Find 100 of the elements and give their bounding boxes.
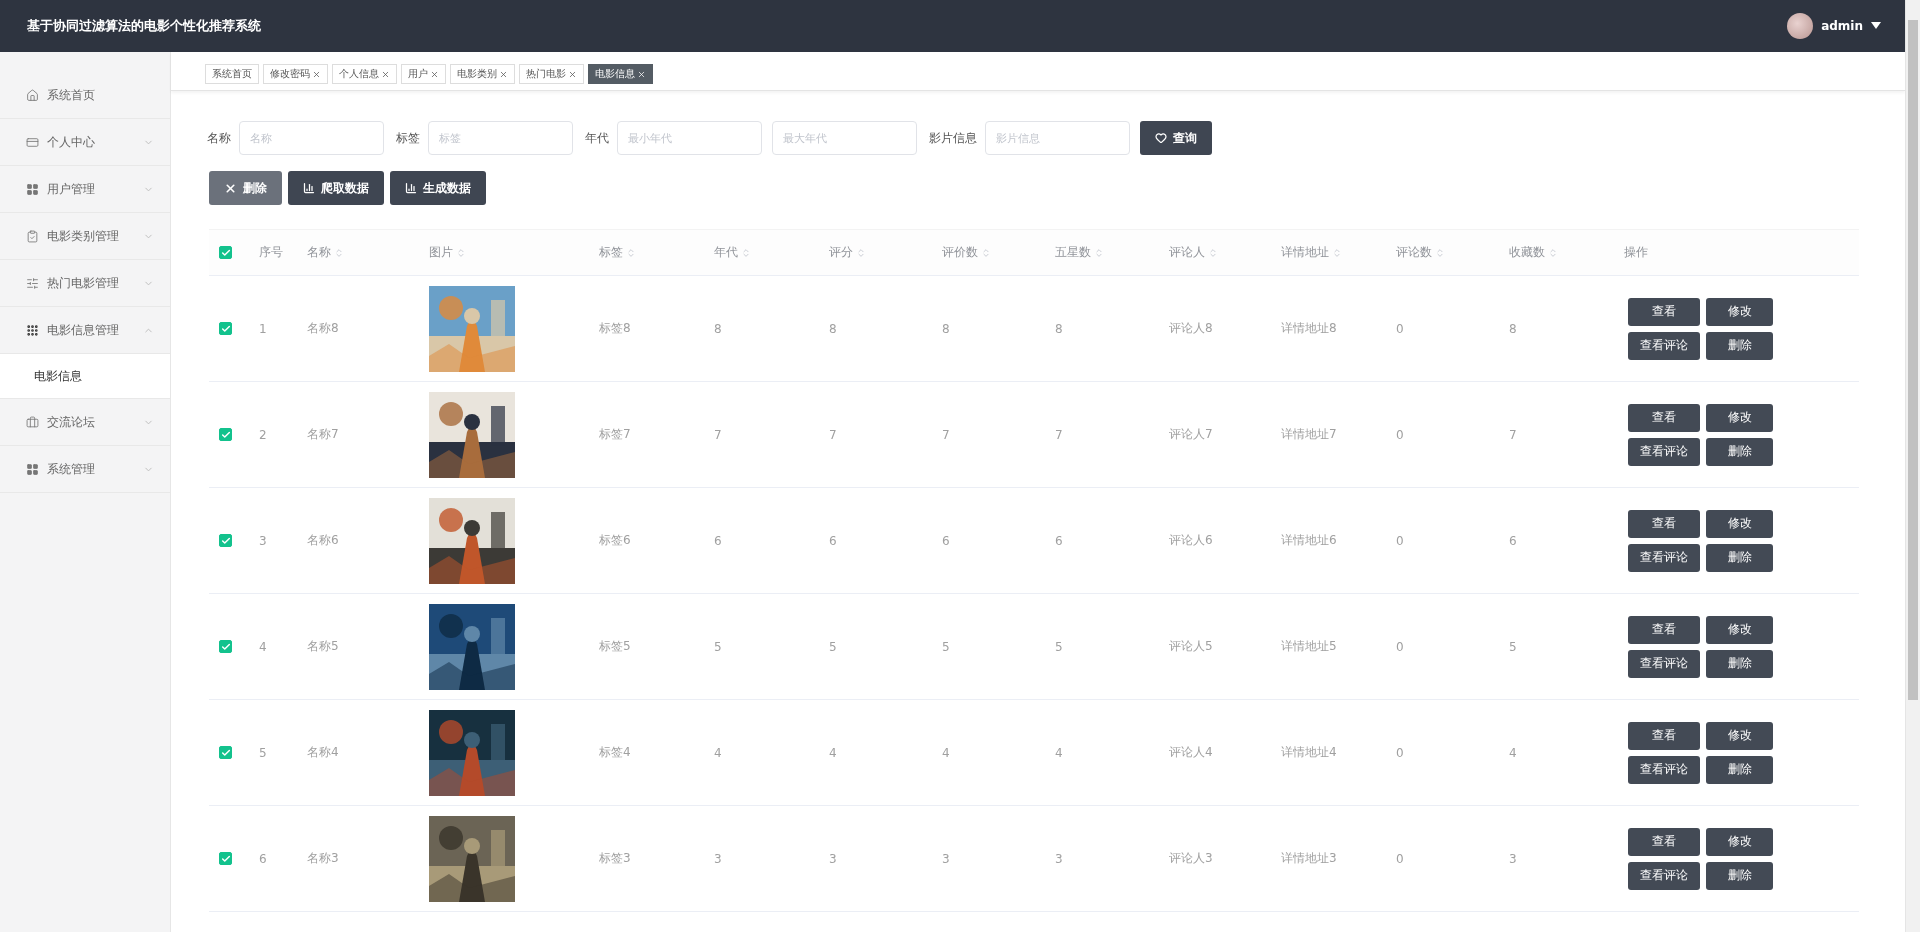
table-cell-text: 4 xyxy=(713,745,723,760)
avatar[interactable] xyxy=(1787,13,1814,39)
sidebar-item[interactable]: 电影类别管理 xyxy=(0,213,170,260)
toolbar-button[interactable]: 删除 xyxy=(209,171,282,205)
action-button[interactable]: 查看 xyxy=(1628,721,1700,750)
close-icon xyxy=(224,181,237,195)
table-cell-text: 7 xyxy=(1054,427,1064,442)
close-icon[interactable] xyxy=(637,69,646,79)
action-button[interactable]: 查看 xyxy=(1628,827,1700,856)
table-cell-text: 名称3 xyxy=(306,850,340,867)
toolbar-button[interactable]: 生成数据 xyxy=(390,171,486,205)
table-cell-text: 名称8 xyxy=(306,320,340,337)
action-button[interactable]: 查看评论 xyxy=(1628,331,1700,360)
action-button[interactable]: 查看 xyxy=(1628,509,1700,538)
action-button[interactable]: 查看评论 xyxy=(1628,437,1700,466)
sidebar-item[interactable]: 交流论坛 xyxy=(0,399,170,446)
sort-icon[interactable] xyxy=(1094,247,1104,258)
table-cell-text: 7 xyxy=(713,427,723,442)
close-icon[interactable] xyxy=(430,69,439,79)
toolbar-button[interactable]: 爬取数据 xyxy=(288,171,384,205)
filter-field[interactable]: 标签 xyxy=(428,121,573,155)
row-checkbox[interactable] xyxy=(219,428,232,441)
row-checkbox[interactable] xyxy=(219,640,232,653)
action-button[interactable]: 删除 xyxy=(1706,755,1773,784)
action-button[interactable]: 修改 xyxy=(1706,827,1773,856)
action-button[interactable]: 修改 xyxy=(1706,721,1773,750)
sort-icon[interactable] xyxy=(456,247,466,258)
table-cell-text: 7 xyxy=(828,427,838,442)
sort-icon[interactable] xyxy=(1435,247,1445,258)
table-cell-text: 5 xyxy=(258,745,268,760)
table-cell-text: 0 xyxy=(1395,745,1405,760)
table-cell-text: 3 xyxy=(713,851,723,866)
row-checkbox[interactable] xyxy=(219,534,232,547)
table-cell-text: 3 xyxy=(828,851,838,866)
sort-icon[interactable] xyxy=(741,247,751,258)
sidebar-item[interactable]: 个人中心 xyxy=(0,119,170,166)
tab[interactable]: 电影类别 xyxy=(450,64,515,84)
table-cell-text: 标签3 xyxy=(598,850,632,867)
tab[interactable]: 热门电影 xyxy=(519,64,584,84)
close-icon[interactable] xyxy=(381,69,390,79)
select-all-checkbox[interactable] xyxy=(219,246,232,259)
tab[interactable]: 个人信息 xyxy=(332,64,397,84)
sort-icon[interactable] xyxy=(626,247,636,258)
action-button[interactable]: 删除 xyxy=(1706,861,1773,890)
action-button[interactable]: 删除 xyxy=(1706,649,1773,678)
search-button[interactable]: 查询 xyxy=(1140,121,1212,155)
row-checkbox[interactable] xyxy=(219,322,232,335)
table-cell-text: 4 xyxy=(258,639,268,654)
sidebar-item[interactable]: 用户管理 xyxy=(0,166,170,213)
user-name[interactable]: admin xyxy=(1821,19,1863,33)
bar-chart-icon xyxy=(405,182,417,194)
table-cell-text: 6 xyxy=(828,533,838,548)
row-checkbox[interactable] xyxy=(219,852,232,865)
sort-icon[interactable] xyxy=(856,247,866,258)
table-cell-text: 1 xyxy=(258,321,268,336)
action-button[interactable]: 查看评论 xyxy=(1628,755,1700,784)
action-button[interactable]: 修改 xyxy=(1706,615,1773,644)
sidebar-item[interactable]: 系统管理 xyxy=(0,446,170,493)
action-button[interactable]: 查看 xyxy=(1628,403,1700,432)
tab[interactable]: 系统首页 xyxy=(205,64,259,84)
sort-icon[interactable] xyxy=(1332,247,1342,258)
scrollbar[interactable] xyxy=(1905,0,1920,932)
action-button[interactable]: 修改 xyxy=(1706,297,1773,326)
close-icon[interactable] xyxy=(568,69,577,79)
sort-icon[interactable] xyxy=(334,247,344,258)
table-cell-text: 6 xyxy=(1508,533,1518,548)
filter-field[interactable]: 名称 xyxy=(239,121,384,155)
sliders-icon xyxy=(26,276,39,290)
sidebar-item[interactable]: 热门电影管理 xyxy=(0,260,170,307)
column-header: 序号 xyxy=(258,244,284,261)
action-button[interactable]: 查看 xyxy=(1628,615,1700,644)
sidebar-subitem[interactable]: 电影信息 xyxy=(0,354,170,399)
action-button[interactable]: 查看 xyxy=(1628,297,1700,326)
table-cell-text: 0 xyxy=(1395,851,1405,866)
action-button[interactable]: 删除 xyxy=(1706,331,1773,360)
tab[interactable]: 修改密码 xyxy=(263,64,328,84)
sort-icon[interactable] xyxy=(1548,247,1558,258)
action-button[interactable]: 查看评论 xyxy=(1628,861,1700,890)
sidebar-item[interactable]: 系统首页 xyxy=(0,72,170,119)
table-cell-text: 详情地址6 xyxy=(1280,532,1338,549)
close-icon[interactable] xyxy=(499,69,508,79)
tab[interactable]: 用户 xyxy=(401,64,446,84)
table-cell-text: 5 xyxy=(1054,639,1064,654)
close-icon[interactable] xyxy=(312,69,321,79)
action-button[interactable]: 查看评论 xyxy=(1628,649,1700,678)
table-cell-text: 评论人5 xyxy=(1168,638,1214,655)
row-checkbox[interactable] xyxy=(219,746,232,759)
caret-icon[interactable] xyxy=(1871,22,1881,30)
table-cell-text: 标签8 xyxy=(598,320,632,337)
action-button[interactable]: 删除 xyxy=(1706,543,1773,572)
table-cell-text: 5 xyxy=(713,639,723,654)
action-button[interactable]: 修改 xyxy=(1706,509,1773,538)
sort-icon[interactable] xyxy=(1208,247,1218,258)
action-button[interactable]: 删除 xyxy=(1706,437,1773,466)
clipboard-icon xyxy=(26,229,39,243)
table-cell-text: 0 xyxy=(1395,321,1405,336)
sort-icon[interactable] xyxy=(981,247,991,258)
action-button[interactable]: 查看评论 xyxy=(1628,543,1700,572)
action-button[interactable]: 修改 xyxy=(1706,403,1773,432)
tab[interactable]: 电影信息 xyxy=(588,64,653,84)
